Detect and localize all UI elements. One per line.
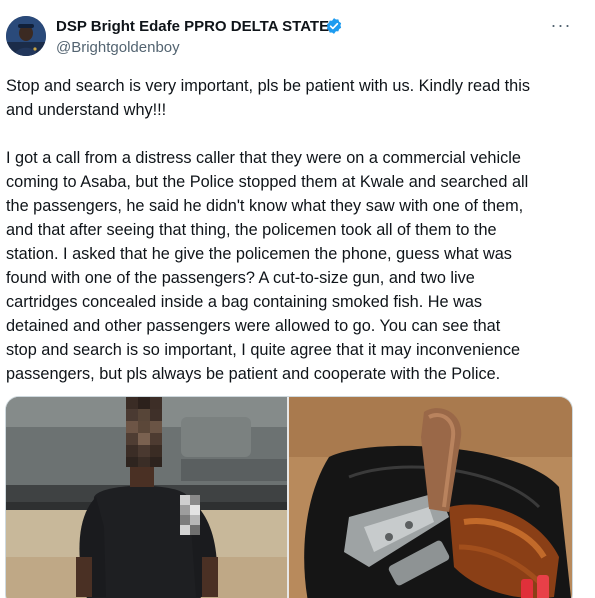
tweet-text: Stop and search is very important, pls b… [6,74,584,386]
photo-seized-items[interactable] [289,397,572,598]
avatar[interactable] [6,16,46,56]
media-grid [5,396,573,598]
author-handle[interactable]: @Brightgoldenboy [56,39,180,56]
photo-suspect[interactable] [6,397,287,598]
tweet-card: DSP Bright Edafe PPRO DELTA STATE @Brigh… [0,0,595,598]
author-name[interactable]: DSP Bright Edafe PPRO DELTA STATE [56,18,329,35]
more-horizontal-icon[interactable]: ··· [550,16,572,38]
verified-badge-icon [325,17,343,35]
tweet-paragraph-1: Stop and search is very important, pls b… [6,77,530,119]
tweet-paragraph-2: I got a call from a distress caller that… [6,149,529,383]
